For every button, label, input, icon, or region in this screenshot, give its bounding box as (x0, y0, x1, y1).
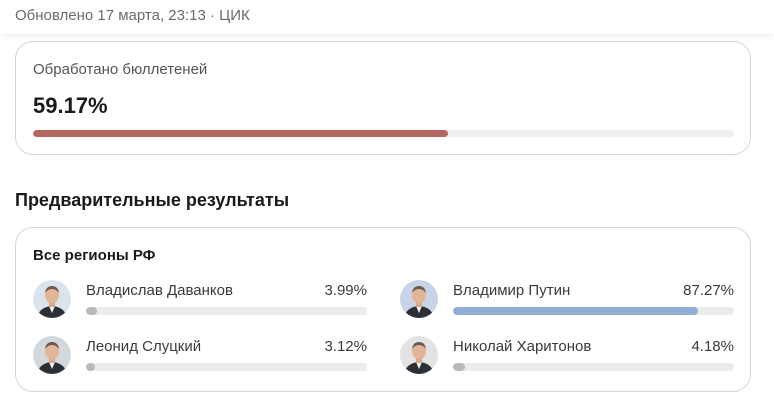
candidate-avatar (33, 280, 71, 318)
updated-timestamp: Обновлено 17 марта, 23:13 · ЦИК (15, 7, 250, 24)
candidate-row[interactable]: Леонид Слуцкий 3.12% (33, 336, 367, 382)
ballots-processed-card: Обработано бюллетеней 59.17% (15, 41, 751, 155)
candidate-bar-track (86, 363, 367, 371)
candidate-bar-fill (86, 307, 98, 315)
candidate-avatar (33, 336, 71, 374)
region-title: Все регионы РФ (33, 247, 156, 264)
ballots-progress-fill (33, 130, 448, 137)
candidate-name: Леонид Слуцкий (86, 338, 202, 355)
candidate-percent: 3.12% (324, 338, 367, 355)
candidate-bar-track (86, 307, 367, 315)
candidate-bar-track (453, 307, 734, 315)
candidate-name: Владимир Путин (453, 282, 571, 299)
results-card[interactable]: Все регионы РФ Владислав Даванков 3.99% … (15, 227, 751, 392)
candidate-row[interactable]: Николай Харитонов 4.18% (400, 336, 734, 382)
candidate-percent: 87.27% (683, 282, 734, 299)
candidate-bar-track (453, 363, 734, 371)
candidate-name: Владислав Даванков (86, 282, 233, 299)
ballots-processed-value: 59.17% (33, 93, 108, 118)
ballots-progress-track (33, 130, 734, 137)
candidate-avatar (400, 336, 438, 374)
candidate-bar-fill (453, 307, 699, 315)
ballots-processed-label: Обработано бюллетеней (33, 61, 208, 78)
section-title: Предварительные результаты (15, 190, 290, 210)
candidate-percent: 4.18% (691, 338, 734, 355)
top-bar: Обновлено 17 марта, 23:13 · ЦИК (0, 0, 774, 34)
candidate-bar-fill (86, 363, 95, 371)
candidate-bar-fill (453, 363, 465, 371)
candidate-percent: 3.99% (324, 282, 367, 299)
candidate-row[interactable]: Владимир Путин 87.27% (400, 280, 734, 326)
candidate-name: Николай Харитонов (453, 338, 592, 355)
candidate-avatar (400, 280, 438, 318)
candidate-row[interactable]: Владислав Даванков 3.99% (33, 280, 367, 326)
